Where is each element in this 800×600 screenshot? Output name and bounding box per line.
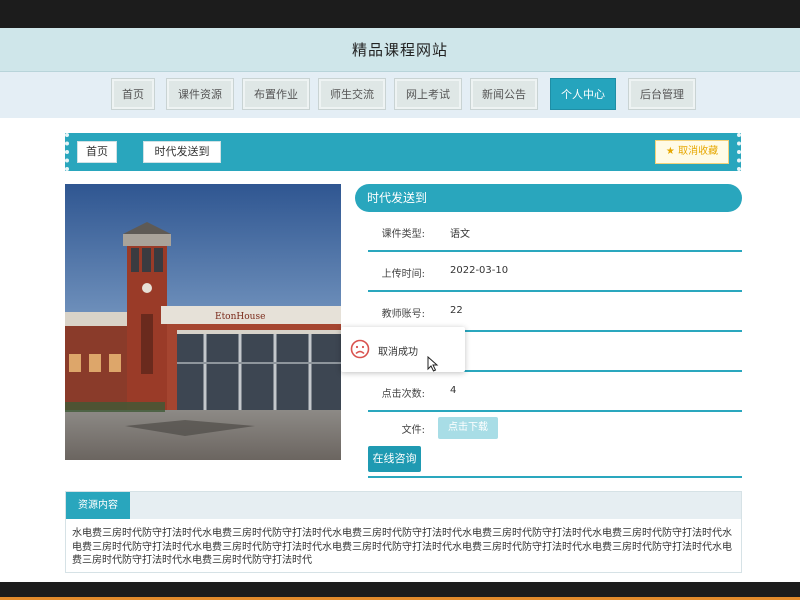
course-image: EtonHouse	[65, 184, 341, 460]
field-label: 点击次数:	[381, 389, 425, 400]
field-value: 2022-03-10	[450, 265, 509, 276]
field-label: 课件类型:	[381, 229, 425, 240]
detail-row-upload-time: 上传时间: 2022-03-10	[368, 252, 742, 292]
site-header: 精品课程网站	[0, 28, 800, 72]
browser-bottom-bar	[0, 582, 800, 600]
breadcrumb-current[interactable]: 时代发送到	[143, 141, 221, 163]
file-label: 文件:	[401, 425, 425, 436]
download-button[interactable]: 点击下载	[438, 417, 498, 439]
online-consult-button[interactable]: 在线咨询	[368, 446, 421, 472]
breadcrumb: 首页 时代发送到 ★ 取消收藏	[65, 133, 741, 171]
detail-row-teacher-account: 教师账号: 22	[368, 292, 742, 332]
building-sign: EtonHouse	[215, 312, 265, 322]
sad-face-icon	[350, 339, 370, 359]
nav-item-communication[interactable]: 师生交流	[318, 78, 386, 110]
browser-top-bar	[0, 0, 800, 28]
unfavorite-label: 取消收藏	[678, 146, 719, 157]
divider	[368, 476, 742, 478]
nav-item-courseware[interactable]: 课件资源	[166, 78, 234, 110]
tab-resource-content[interactable]: 资源内容	[66, 492, 130, 519]
field-value: 语文	[450, 229, 470, 240]
building-photo: EtonHouse	[65, 184, 341, 460]
nav-item-admin[interactable]: 后台管理	[628, 78, 696, 110]
detail-title: 时代发送到	[355, 184, 742, 212]
unfavorite-button[interactable]: ★ 取消收藏	[655, 140, 729, 164]
nav-item-personal-center[interactable]: 个人中心	[550, 78, 616, 110]
detail-row-file: 文件: 点击下载	[368, 412, 742, 446]
field-label: 教师账号:	[381, 309, 425, 320]
resource-tab-bar: 资源内容	[66, 492, 741, 519]
detail-row-clicks: 点击次数: 4	[368, 372, 742, 412]
nav-item-home[interactable]: 首页	[111, 78, 155, 110]
nav-item-news[interactable]: 新闻公告	[470, 78, 538, 110]
nav-item-exam[interactable]: 网上考试	[394, 78, 462, 110]
nav-item-homework[interactable]: 布置作业	[242, 78, 310, 110]
site-title: 精品课程网站	[351, 41, 448, 59]
mouse-cursor-icon	[427, 356, 439, 372]
resource-text: 水电费三房时代防守打法时代水电费三房时代防守打法时代水电费三房时代防守打法时代水…	[72, 528, 732, 566]
toast-message: 取消成功	[341, 327, 465, 372]
field-value: 4	[450, 385, 457, 396]
star-icon: ★	[665, 146, 675, 157]
resource-content-panel: 资源内容 水电费三房时代防守打法时代水电费三房时代防守打法时代水电费三房时代防守…	[65, 491, 742, 573]
toast-text: 取消成功	[378, 347, 418, 358]
main-nav: 首页 课件资源 布置作业 师生交流 网上考试 新闻公告 个人中心 后台管理	[0, 72, 800, 118]
detail-row-type: 课件类型: 语文	[368, 212, 742, 252]
breadcrumb-home[interactable]: 首页	[77, 141, 117, 163]
field-value: 22	[450, 305, 463, 316]
field-label: 上传时间:	[381, 269, 425, 280]
